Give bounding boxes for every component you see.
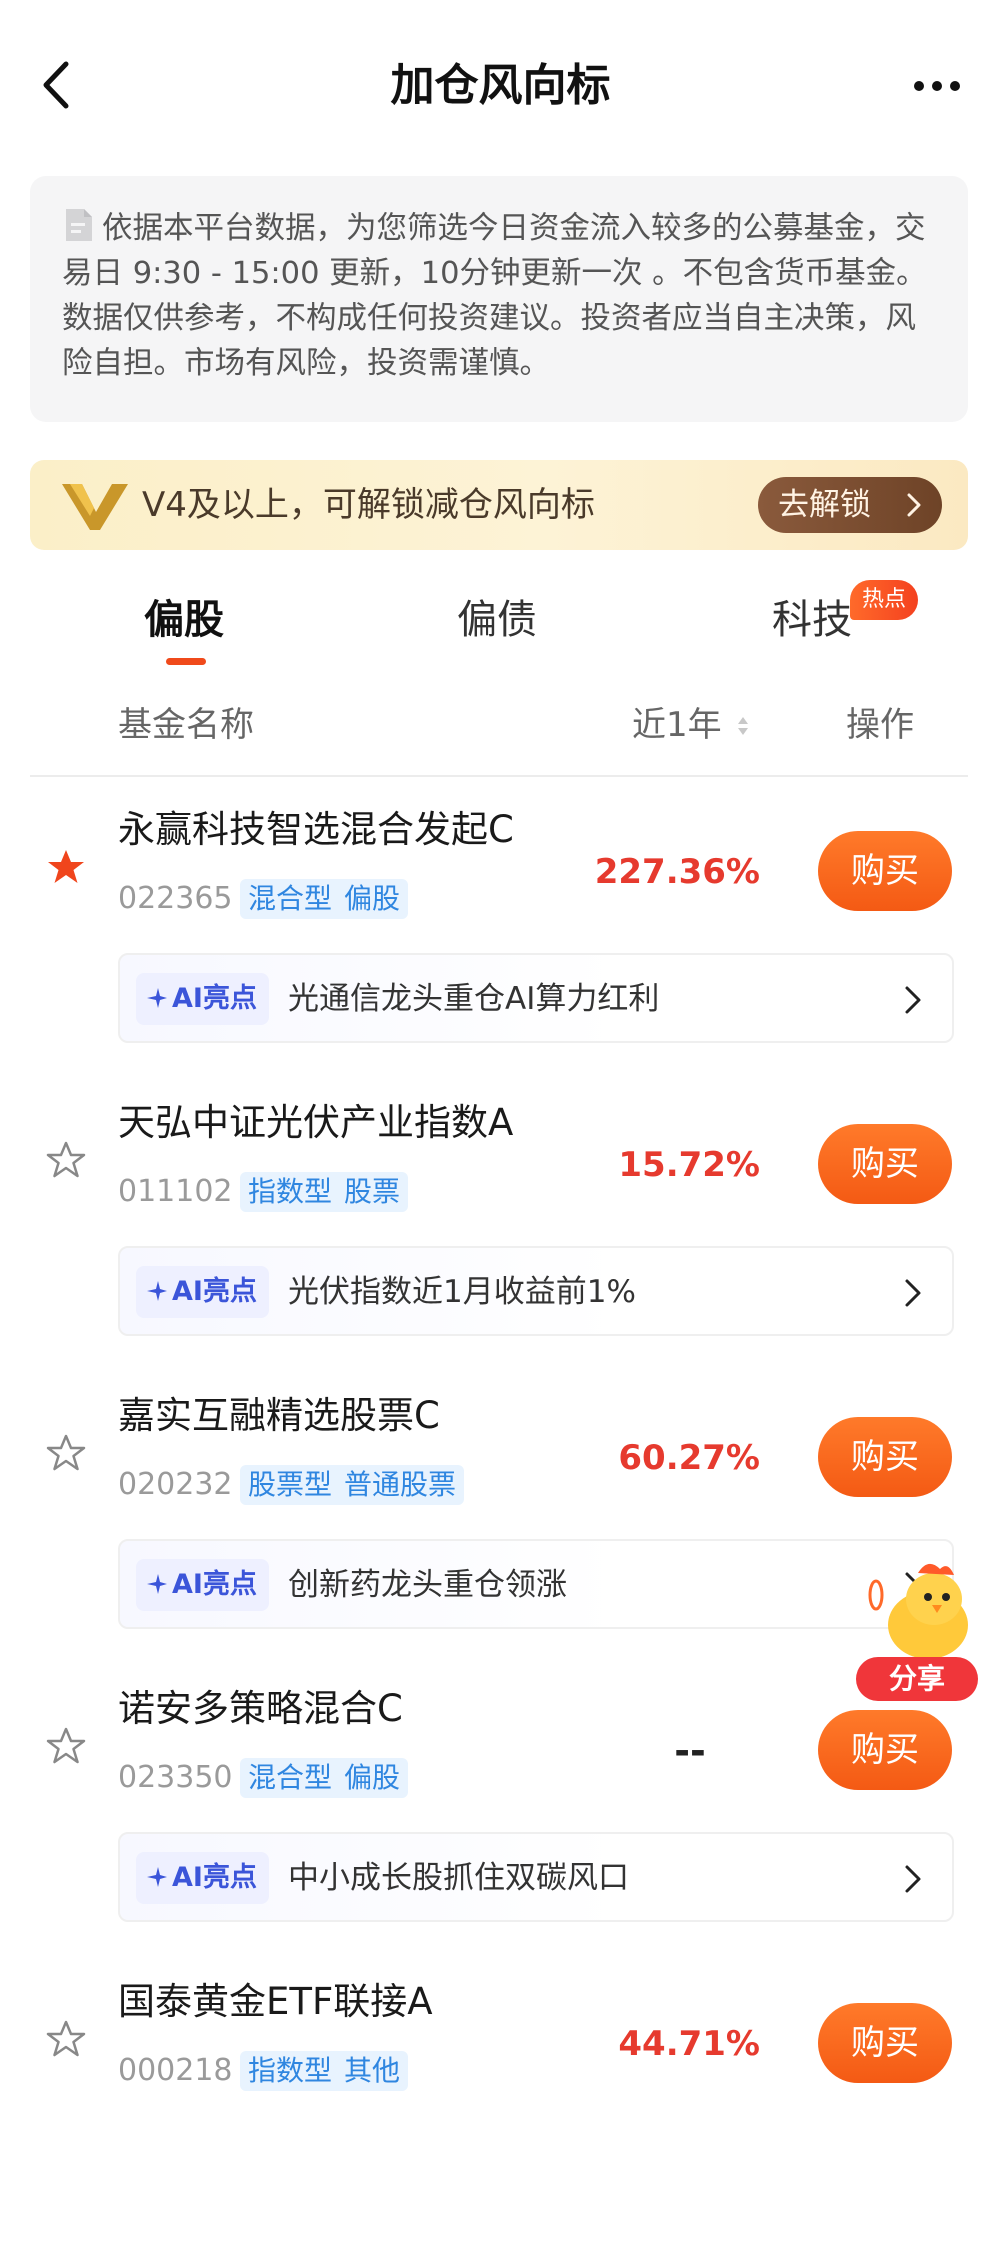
fund-list: 永赢科技智选混合发起C 022365 混合型 偏股 227.36% 购买 AI亮点… (0, 777, 1001, 2242)
unlock-button[interactable]: 去解锁 (758, 477, 942, 533)
fund-code: 023350 (118, 1760, 233, 1795)
ai-sparkle-icon (147, 1281, 167, 1301)
notice-text: 依据本平台数据，为您筛选今日资金流入较多的公募基金，交易日 9:30 - 15:… (62, 211, 927, 381)
chevron-right-icon (907, 493, 921, 517)
disclaimer-notice: 依据本平台数据，为您筛选今日资金流入较多的公募基金，交易日 9:30 - 15:… (30, 176, 968, 422)
fund-return-1y: 15.72% (618, 1145, 760, 1185)
share-floating-button[interactable]: 分享 (848, 1555, 978, 1705)
category-tabs: 偏股 偏债 科技 热点 (0, 580, 1001, 670)
fund-code: 022365 (118, 881, 233, 916)
fund-category-tag: 偏股 (344, 1761, 401, 1794)
fund-type-tag: 混合型 (248, 882, 333, 915)
buy-button[interactable]: 购买 (818, 1417, 952, 1497)
star-outline-icon[interactable] (46, 2019, 86, 2059)
fund-type-tag: 指数型 (248, 1175, 333, 1208)
ai-highlight-row[interactable]: AI亮点 创新药龙头重仓领涨 (118, 1539, 954, 1629)
ai-sparkle-icon (147, 1867, 167, 1887)
fund-tags: 指数型 股票 (240, 1172, 409, 1212)
status-bar (0, 0, 1001, 20)
chevron-right-icon (905, 1279, 921, 1307)
ai-sparkle-icon (147, 988, 167, 1008)
fund-name: 国泰黄金ETF联接A (118, 1980, 433, 2023)
fund-type-tag: 指数型 (248, 2054, 333, 2087)
ai-highlight-row[interactable]: AI亮点 光通信龙头重仓AI算力红利 (118, 953, 954, 1043)
fund-category-tag: 股票 (344, 1175, 401, 1208)
fund-type-tag: 混合型 (248, 1761, 333, 1794)
fund-code: 020232 (118, 1467, 233, 1502)
document-icon (66, 209, 92, 241)
ai-badge-label: AI亮点 (172, 1862, 257, 1893)
fund-return-1y: 44.71% (618, 2024, 760, 2064)
ai-highlight-badge: AI亮点 (136, 973, 269, 1025)
share-label: 分享 (856, 1657, 978, 1701)
tab-tech[interactable]: 科技 (772, 590, 852, 650)
star-outline-icon[interactable] (46, 1433, 86, 1473)
ai-highlight-text: 创新药龙头重仓领涨 (288, 1567, 567, 1603)
ai-badge-label: AI亮点 (172, 1569, 257, 1600)
buy-button[interactable]: 购买 (818, 1124, 952, 1204)
star-outline-icon[interactable] (46, 1140, 86, 1180)
star-filled-icon[interactable] (46, 847, 86, 887)
buy-button[interactable]: 购买 (818, 2003, 952, 2083)
fund-code: 011102 (118, 1174, 233, 1209)
fund-name: 永赢科技智选混合发起C (118, 808, 514, 851)
page-title: 加仓风向标 (390, 60, 611, 111)
fund-code: 000218 (118, 2053, 233, 2088)
fund-name: 嘉实互融精选股票C (118, 1394, 440, 1437)
fund-tags: 混合型 偏股 (240, 1758, 409, 1798)
fund-tags: 混合型 偏股 (240, 879, 409, 919)
vip-v-logo-icon (62, 484, 128, 530)
ai-highlight-row[interactable]: AI亮点 中小成长股抓住双碳风口 (118, 1832, 954, 1922)
fund-list-item[interactable]: 天弘中证光伏产业指数A 011102 指数型 股票 15.72% 购买 AI亮点 … (0, 1070, 1001, 1363)
vip-banner-text: V4及以上，可解锁减仓风向标 (142, 485, 595, 525)
fund-category-tag: 偏股 (344, 882, 401, 915)
more-options-icon[interactable] (911, 70, 963, 102)
top-bar: 加仓风向标 (0, 20, 1001, 150)
ai-highlight-badge: AI亮点 (136, 1852, 269, 1904)
fund-return-1y: 227.36% (594, 852, 760, 892)
list-column-header: 基金名称 近1年 操作 (0, 690, 1001, 770)
chevron-right-icon (905, 986, 921, 1014)
tab-equity[interactable]: 偏股 (144, 590, 224, 650)
ai-highlight-text: 中小成长股抓住双碳风口 (288, 1860, 629, 1896)
fund-category-tag: 普通股票 (344, 1468, 457, 1501)
fund-list-item[interactable]: 永赢科技智选混合发起C 022365 混合型 偏股 227.36% 购买 AI亮点… (0, 777, 1001, 1070)
fund-tags: 股票型 普通股票 (240, 1465, 465, 1505)
star-outline-icon[interactable] (46, 1726, 86, 1766)
ai-highlight-text: 光伏指数近1月收益前1% (288, 1274, 636, 1310)
buy-button[interactable]: 购买 (818, 1710, 952, 1790)
active-tab-indicator (166, 658, 206, 665)
fund-return-1y: -- (674, 1729, 706, 1773)
fund-return-1y: 60.27% (618, 1438, 760, 1478)
ai-highlight-row[interactable]: AI亮点 光伏指数近1月收益前1% (118, 1246, 954, 1336)
chick-mascot-icon (868, 1563, 968, 1659)
vip-unlock-banner[interactable]: V4及以上，可解锁减仓风向标 去解锁 (30, 460, 968, 550)
hot-badge: 热点 (850, 580, 919, 620)
buy-button[interactable]: 购买 (818, 831, 952, 911)
tab-bond[interactable]: 偏债 (457, 590, 537, 650)
fund-name: 天弘中证光伏产业指数A (118, 1101, 514, 1144)
fund-tags: 指数型 其他 (240, 2051, 409, 2091)
column-one-year-return[interactable]: 近1年 (632, 700, 722, 750)
column-fund-name: 基金名称 (118, 705, 254, 745)
fund-list-item[interactable]: 国泰黄金ETF联接A 000218 指数型 其他 44.71% 购买 (0, 1949, 1001, 2242)
ai-highlight-text: 光通信龙头重仓AI算力红利 (288, 981, 660, 1017)
ai-sparkle-icon (147, 1574, 167, 1594)
fund-name: 诺安多策略混合C (118, 1687, 403, 1730)
column-action: 操作 (846, 705, 914, 745)
ai-highlight-badge: AI亮点 (136, 1559, 269, 1611)
unlock-button-label: 去解锁 (778, 487, 871, 523)
ai-badge-label: AI亮点 (172, 1276, 257, 1307)
fund-category-tag: 其他 (344, 2054, 401, 2087)
ai-highlight-badge: AI亮点 (136, 1266, 269, 1318)
chevron-right-icon (905, 1865, 921, 1893)
ai-badge-label: AI亮点 (172, 983, 257, 1014)
fund-type-tag: 股票型 (248, 1468, 333, 1501)
sort-icon[interactable] (736, 715, 750, 737)
